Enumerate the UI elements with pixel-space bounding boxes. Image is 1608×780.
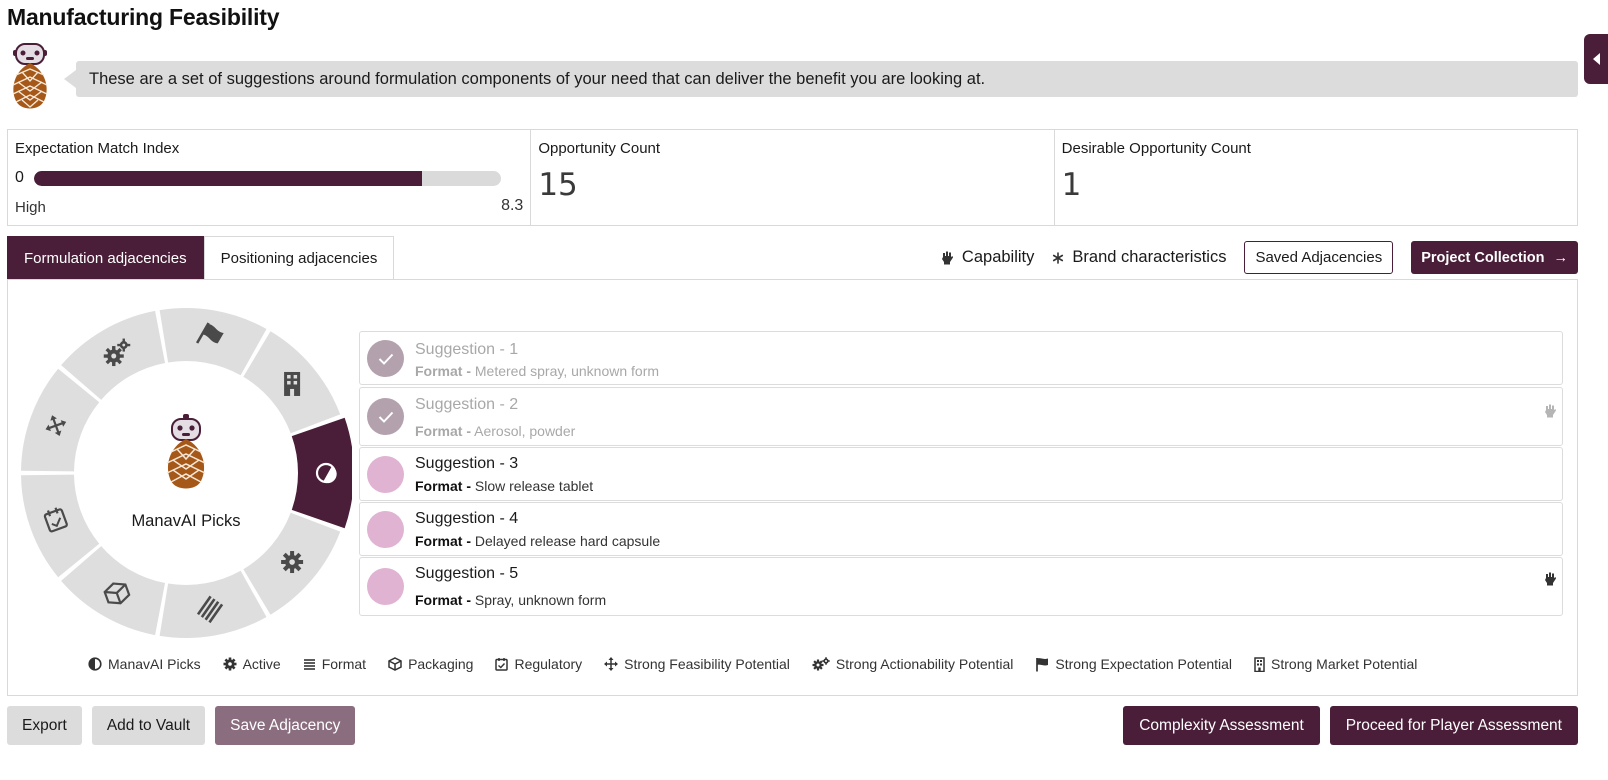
mascot-avatar-icon [12,43,48,109]
gear-icon [223,657,237,671]
suggestion-title: Suggestion - 4 [415,510,519,527]
box-icon [388,657,402,671]
flag-icon [1036,657,1049,671]
desirable-opportunity-label: Desirable Opportunity Count [1061,140,1251,157]
suggestion-card[interactable]: Suggestion - 2 Format - Aerosol, powder [359,387,1563,446]
check-icon[interactable] [367,398,404,435]
intro-message: These are a set of suggestions around fo… [64,61,1578,97]
center-mascot-icon [166,414,206,489]
suggestion-card[interactable]: Suggestion - 3 Format - Slow release tab… [359,447,1563,501]
legend-item: Regulatory [495,656,582,672]
suggestion-format: Format - Slow release tablet [415,478,594,494]
legend-label: Strong Expectation Potential [1055,656,1233,672]
legend-label: Strong Actionability Potential [835,656,1014,672]
suggestion-card[interactable]: Suggestion - 5 Format - Spray, unknown f… [359,557,1563,616]
suggestion-title: Suggestion - 2 [415,396,519,413]
legend-label: ManavAI Picks [108,656,201,672]
capability-icon [1545,404,1556,418]
suggestion-title: Suggestion - 1 [415,341,519,358]
clipboard-check-icon [495,658,509,671]
save-adjacency-button[interactable]: Save Adjacency [215,706,356,745]
brand-characteristics-key: Brand characteristics [1052,248,1226,267]
legend-item: Strong Feasibility Potential [604,656,790,672]
legend-label: Strong Market Potential [1271,656,1418,672]
lines-icon [303,658,315,670]
building-icon [1254,656,1265,672]
project-collection-button[interactable]: Project Collection → [1411,241,1578,274]
desirable-opportunity-card: Desirable Opportunity Count 1 [1055,130,1577,225]
select-indicator[interactable] [367,568,404,605]
opportunity-count-card: Opportunity Count 15 [531,130,1055,225]
category-legend: ManavAI Picks Active Format Packaging Re… [88,656,1417,672]
desirable-opportunity-value: 1 [1061,167,1082,203]
expectation-match-bar-fill [34,171,422,186]
expectation-match-label: Expectation Match Index [15,140,180,157]
opportunity-count-value: 15 [538,167,578,203]
gear-icon [281,551,304,574]
intro-row: These are a set of suggestions around fo… [8,43,1578,118]
add-to-vault-button[interactable]: Add to Vault [91,706,206,745]
capability-key: Capability [940,248,1034,267]
expectation-match-level: High [15,199,46,216]
legend-item: Active [223,656,281,672]
suggestion-card[interactable]: Suggestion - 4 Format - Delayed release … [359,502,1563,556]
suggestion-title: Suggestion - 3 [415,455,519,472]
legend-item: Strong Expectation Potential [1035,656,1232,672]
page-title: Manufacturing Feasibility [7,4,280,30]
legend-label: Packaging [408,656,474,672]
suggestion-format: Format - Metered spray, unknown form [415,363,660,379]
expectation-match-score: 8.3 [501,197,524,214]
legend-item: Format [303,656,366,672]
bottom-right-actions: Complexity Assessment Proceed for Player… [1123,706,1578,745]
legend-item: ManavAI Picks [88,656,201,672]
capability-icon [941,251,953,265]
tab-formulation-adjacencies[interactable]: Formulation adjacencies [7,236,204,280]
capability-icon [1545,572,1556,586]
legend-label: Format [321,656,367,672]
arrows-icon [604,657,619,671]
arrow-right-icon: → [1553,249,1569,266]
project-collection-label: Project Collection [1421,249,1545,266]
suggestion-card[interactable]: Suggestion - 1 Format - Metered spray, u… [359,331,1563,385]
expectation-match-min: 0 [15,169,24,186]
legend-label: Strong Feasibility Potential [624,656,790,672]
chevron-left-icon [1592,53,1600,65]
expectation-match-card: Expectation Match Index 0 High 8.3 [8,130,532,225]
sidebar-toggle-button[interactable] [1584,34,1608,84]
legend-item: Strong Market Potential [1254,656,1417,672]
metrics-row: Expectation Match Index 0 High 8.3 Oppor… [7,129,1578,226]
select-indicator[interactable] [367,511,404,548]
adjacency-tabs: Formulation adjacencies Positioning adja… [7,236,395,280]
category-wheel [21,308,352,638]
asterisk-icon [1053,251,1064,264]
legend-item: Packaging [388,656,473,672]
half-circle-icon [88,657,102,671]
tab-positioning-adjacencies[interactable]: Positioning adjacencies [203,236,395,280]
wheel-center-label: ManavAI Picks [131,512,241,530]
capability-label: Capability [961,248,1035,266]
legend-label: Regulatory [514,656,583,672]
legend-item: Strong Actionability Potential [812,656,1013,672]
export-button[interactable]: Export [7,706,82,745]
suggestion-format: Format - Spray, unknown form [415,592,607,608]
bottom-left-actions: Export Add to Vault Save Adjacency [7,706,356,745]
saved-adjacencies-button[interactable]: Saved Adjacencies [1244,241,1394,274]
suggestion-format: Format - Delayed release hard capsule [415,533,661,549]
proceed-player-assessment-button[interactable]: Proceed for Player Assessment [1329,706,1578,745]
opportunity-count-label: Opportunity Count [538,140,661,157]
suggestion-title: Suggestion - 5 [415,565,519,582]
building-icon [284,371,301,396]
adjacency-toolbar: Capability Brand characteristics Saved A… [940,241,1578,274]
check-icon[interactable] [367,340,404,377]
legend-label: Active [242,656,281,672]
suggestion-format: Format - Aerosol, powder [415,423,576,439]
complexity-assessment-button[interactable]: Complexity Assessment [1123,706,1320,745]
expectation-match-bar [34,171,501,186]
select-indicator[interactable] [367,456,404,493]
brand-characteristics-label: Brand characteristics [1072,248,1227,266]
cogs-icon [812,657,830,671]
